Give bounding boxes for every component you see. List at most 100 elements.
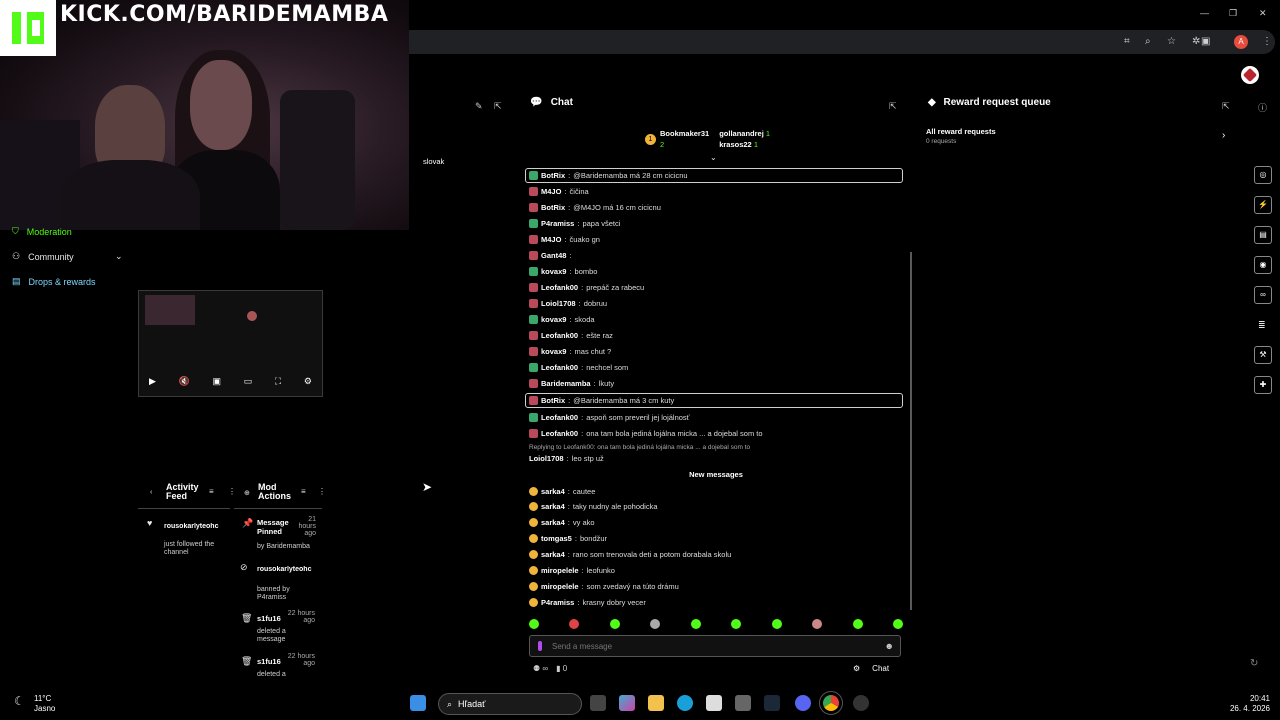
weather-widget[interactable]: 11°C Jasno (34, 694, 55, 714)
chat-username[interactable]: Gant48 (541, 251, 566, 260)
chat-username[interactable]: Leofank00 (541, 413, 578, 422)
chat-username[interactable]: tomgas5 (541, 534, 572, 543)
rail-stack-icon[interactable]: ≣ (1258, 320, 1266, 331)
leader-name[interactable]: gollanandrej (719, 129, 764, 138)
chat-message[interactable]: Baridemamba: lkuty (529, 376, 903, 391)
chat-message[interactable]: Leofank00: ešte raz (529, 328, 903, 343)
chat-username[interactable]: Baridemamba (541, 379, 591, 388)
reward-list-title[interactable]: All reward requests (926, 127, 996, 136)
mute-icon[interactable]: 🔇 (179, 376, 190, 388)
chat-username[interactable]: miropelele (541, 582, 579, 591)
chat-username[interactable]: Loiol1708 (541, 299, 576, 308)
filter-icon[interactable]: ≡ (209, 487, 214, 496)
chat-username[interactable]: Leofank00 (541, 429, 578, 438)
popout-icon[interactable]: ⇱ (494, 101, 502, 112)
obs-icon[interactable] (853, 695, 869, 711)
stream-preview[interactable]: ▶ 🔇 ▣ ▭ ⛶ ⚙ (138, 290, 323, 397)
chat-username[interactable]: kovax9 (541, 267, 566, 276)
chat-message[interactable]: Loiol1708: dobruu (529, 296, 903, 311)
extensions-icon[interactable]: ✲ (1192, 36, 1200, 47)
file-explorer-icon[interactable] (648, 695, 664, 711)
menu-dots-icon[interactable]: ⋮ (1262, 36, 1272, 47)
chat-message[interactable]: M4JO: čičina (529, 184, 903, 199)
chat-username[interactable]: kovax9 (541, 347, 566, 356)
start-icon[interactable] (410, 695, 426, 711)
rail-bolt-icon[interactable]: ⚡ (1254, 196, 1272, 214)
emote-icon[interactable] (731, 619, 742, 629)
chat-username[interactable]: Leofank00 (541, 363, 578, 372)
pinned-chat-message[interactable]: BotRix: @Baridemamba má 28 cm cicicnu (525, 168, 903, 183)
popout-icon[interactable]: ⇱ (889, 101, 897, 112)
emote-icon[interactable] (609, 619, 620, 629)
chrome-icon[interactable] (819, 691, 843, 715)
emote-icon[interactable] (852, 619, 863, 629)
leader-name[interactable]: Bookmaker31 (660, 128, 709, 139)
chat-message[interactable]: Leofank00: ona tam bola jediná lojálna mi… (529, 426, 903, 441)
chat-message[interactable]: sarka4: rano som trenovala deti a potom d… (529, 547, 903, 562)
chat-username[interactable]: sarka4 (541, 550, 565, 559)
translate-icon[interactable]: ⌗ (1124, 36, 1130, 47)
zoom-icon[interactable]: ⌕ (1145, 36, 1151, 47)
chat-username[interactable]: miropelele (541, 566, 579, 575)
chat-message[interactable]: kovax9: skoda (529, 312, 903, 327)
chat-message[interactable]: sarka4: cautee (529, 484, 903, 499)
settings-icon[interactable]: ⚙ (853, 664, 860, 673)
emote-icon[interactable] (892, 619, 903, 629)
maximize-icon[interactable]: ❐ (1229, 8, 1237, 19)
rail-link-icon[interactable]: ∞ (1254, 286, 1272, 304)
chat-message[interactable]: miropelele: som zvedavý na túto drámu (529, 579, 903, 594)
rail-clipboard-icon[interactable]: ▤ (1254, 226, 1272, 244)
chat-message[interactable]: Loiol1708: leo stp už (529, 451, 903, 466)
chat-username[interactable]: Leofank00 (541, 331, 578, 340)
send-chat-button[interactable]: Chat (872, 664, 889, 673)
theatre-icon[interactable]: ▭ (244, 376, 253, 388)
profile-avatar[interactable]: A (1234, 35, 1248, 49)
rail-chat-icon[interactable]: ◉ (1254, 256, 1272, 274)
chat-message[interactable]: Gant48: (529, 248, 903, 263)
emote-icon[interactable] (771, 619, 782, 629)
steam-icon[interactable] (764, 695, 780, 711)
more-icon[interactable]: ⋮ (318, 487, 326, 496)
store-icon[interactable] (706, 695, 722, 711)
chat-message[interactable]: Leofank00: aspoň som preveril jej lojálno… (529, 410, 903, 425)
copilot-icon[interactable] (619, 695, 635, 711)
rail-plus-icon[interactable]: ✚ (1254, 376, 1272, 394)
chat-message[interactable]: sarka4: vy ako (529, 515, 903, 530)
chat-input[interactable] (552, 641, 872, 651)
refresh-icon[interactable]: ↻ (1250, 658, 1258, 669)
emote-icon[interactable] (529, 619, 539, 629)
chat-message[interactable]: kovax9: bombo (529, 264, 903, 279)
emote-icon[interactable] (650, 619, 661, 629)
taskbar-clock[interactable]: 20:41 26. 4. 2026 (1212, 694, 1270, 714)
discord-icon[interactable] (795, 695, 811, 711)
app-icon[interactable] (735, 695, 751, 711)
collapse-icon[interactable]: ‹ (150, 489, 152, 496)
more-icon[interactable]: ⋮ (228, 487, 236, 496)
chat-username[interactable]: sarka4 (541, 518, 565, 527)
user-avatar[interactable] (1241, 66, 1259, 84)
chat-username[interactable]: BotRix (541, 203, 565, 212)
users-icon[interactable]: ⚉ ∞ (533, 664, 548, 673)
edit-icon[interactable]: ✎ (475, 101, 483, 112)
chat-message[interactable]: BotRix: @M4JO má 16 cm cicicnu (529, 200, 903, 215)
mod-action-username[interactable]: s1fu16 (257, 657, 281, 666)
emote-icon[interactable] (812, 619, 823, 629)
pip-icon[interactable]: ▣ (213, 376, 222, 388)
chat-username[interactable]: P4ramiss (541, 598, 574, 607)
chat-message[interactable]: M4JO: čuako gn (529, 232, 903, 247)
rail-camera-icon[interactable]: ◎ (1254, 166, 1272, 184)
chat-username[interactable]: M4JO (541, 235, 561, 244)
info-icon[interactable]: ⓘ (1258, 101, 1267, 114)
chat-input-box[interactable]: ☻ (529, 635, 901, 657)
fullscreen-icon[interactable]: ⛶ (275, 376, 281, 388)
chat-message[interactable]: Leofank00: nechcel som (529, 360, 903, 375)
chat-message[interactable]: kovax9: mas chut ? (529, 344, 903, 359)
chat-username[interactable]: P4ramiss (541, 219, 574, 228)
taskbar-search[interactable]: ⌕ Hľadať (438, 693, 582, 715)
chat-username[interactable]: M4JO (541, 187, 561, 196)
play-icon[interactable]: ▶ (149, 376, 156, 388)
minimize-icon[interactable]: — (1200, 8, 1209, 18)
popout-icon[interactable]: ⇱ (1222, 101, 1230, 112)
emote-icon[interactable] (690, 619, 701, 629)
chevron-down-icon[interactable]: ⌄ (115, 251, 123, 262)
